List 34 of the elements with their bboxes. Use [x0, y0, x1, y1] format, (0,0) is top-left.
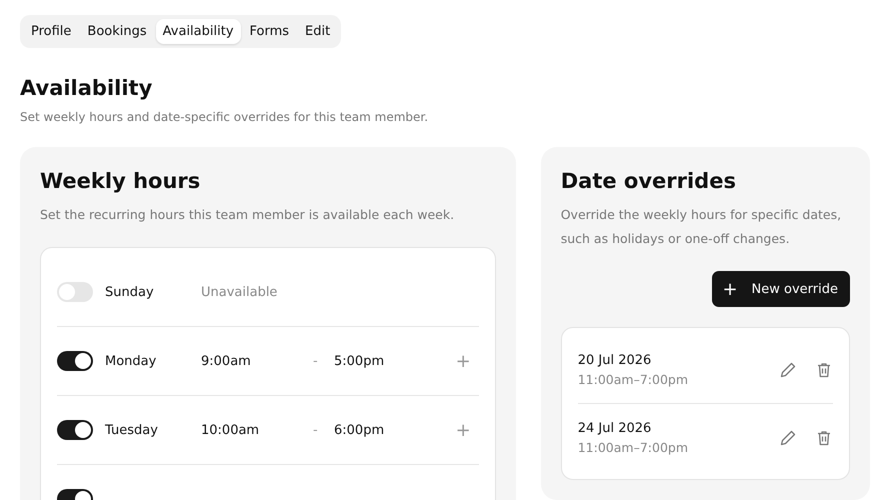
- tab[interactable]: Profile: [24, 19, 78, 44]
- time-separator: -: [313, 354, 319, 368]
- toggle-switch[interactable]: [57, 282, 93, 302]
- override-date: 24 Jul 2026: [578, 420, 652, 436]
- delete-icon[interactable]: [815, 428, 833, 446]
- start-time[interactable]: 9:00am: [201, 354, 313, 368]
- new-override-button[interactable]: + New override: [712, 271, 850, 307]
- day-label: Monday: [105, 354, 158, 368]
- override-date: 20 Jul 2026: [578, 352, 652, 368]
- status-text: Unavailable: [201, 284, 278, 300]
- tab[interactable]: Edit: [298, 19, 338, 44]
- toggle-switch[interactable]: [57, 420, 93, 440]
- panel-description: Override the weekly hours for specific dates, such as holidays or one-off changes.: [560, 206, 842, 248]
- panel-title: Weekly hours: [40, 169, 202, 193]
- override-hours: 11:00am–7:00pm: [578, 372, 690, 386]
- delete-icon[interactable]: [815, 360, 833, 378]
- edit-icon[interactable]: [779, 428, 797, 446]
- plus-icon: +: [722, 278, 738, 300]
- day-label: Sunday: [105, 284, 155, 300]
- end-time[interactable]: 5:00pm: [334, 354, 456, 368]
- start-time[interactable]: 10:00am: [201, 422, 313, 438]
- end-time[interactable]: 6:00pm: [334, 422, 456, 438]
- time-separator: -: [313, 422, 319, 438]
- day-label: Tuesday: [105, 422, 159, 438]
- page-title: Availability: [20, 76, 154, 100]
- page-subtitle: Set weekly hours and date-specific overrides for this team member.: [20, 110, 430, 124]
- panel-title: Date overrides: [560, 169, 737, 193]
- tab[interactable]: Availability: [156, 19, 241, 44]
- tab[interactable]: Forms: [242, 19, 296, 44]
- tab[interactable]: Bookings: [80, 19, 154, 44]
- toggle-switch[interactable]: [57, 351, 93, 371]
- override-hours: 11:00am–7:00pm: [578, 440, 690, 454]
- panel-description: Set the recurring hours this team member is available each week.: [40, 206, 456, 224]
- edit-icon[interactable]: [779, 360, 797, 378]
